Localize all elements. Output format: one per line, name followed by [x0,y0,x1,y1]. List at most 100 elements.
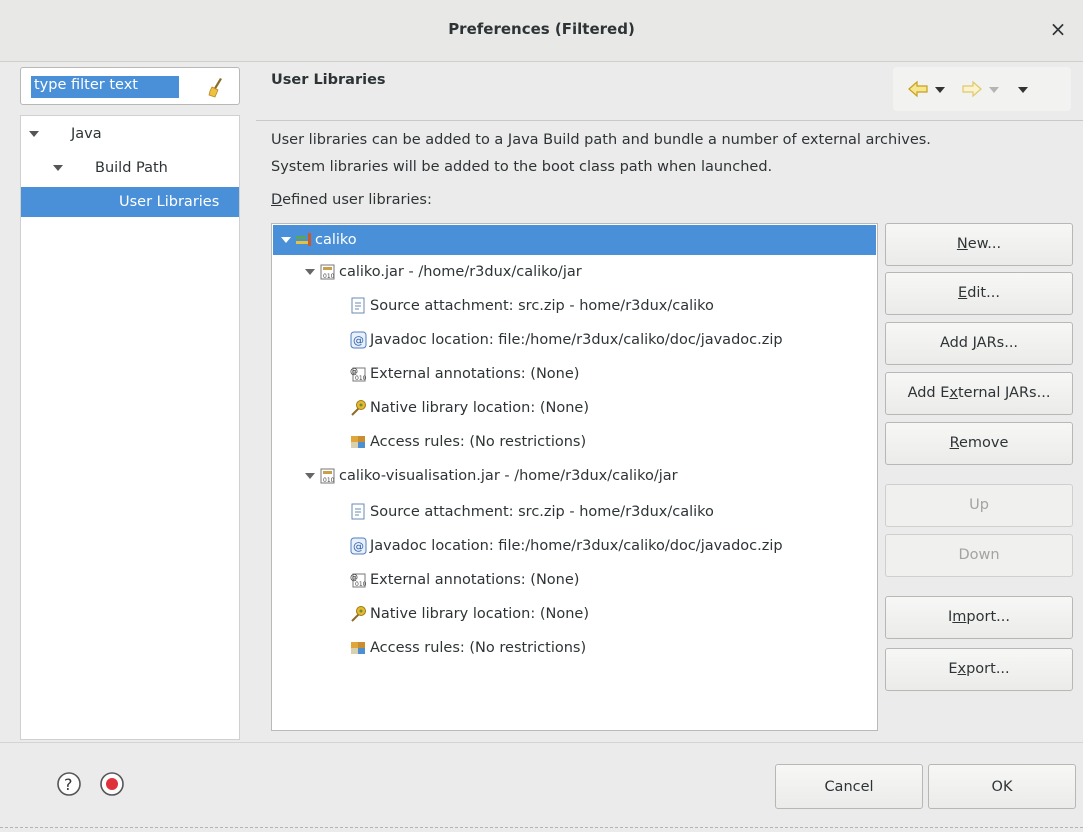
tree-row-source-attachment[interactable]: Source attachment: src.zip - home/r3dux/… [273,497,876,527]
forward-arrow-icon[interactable] [961,77,983,101]
tree-row-javadoc-location[interactable]: @ Javadoc location: file:/home/r3dux/cal… [273,531,876,561]
back-dropdown-icon[interactable] [933,77,947,101]
tree-row-source-attachment[interactable]: Source attachment: src.zip - home/r3dux/… [273,291,876,321]
tree-row-javadoc-location[interactable]: @ Javadoc location: file:/home/r3dux/cal… [273,325,876,355]
annotations-icon: @ 010 [350,573,367,588]
back-arrow-icon[interactable] [907,77,929,101]
label-rest: efined user libraries: [282,192,432,208]
import-button[interactable]: Import... [885,596,1073,639]
filter-input-selected-text[interactable]: type filter text [31,76,179,98]
native-library-icon [351,606,366,622]
remove-button[interactable]: Remove [885,422,1073,465]
tree-row-access-rules[interactable]: Access rules: (No restrictions) [273,427,876,457]
nav-item-user-libraries[interactable]: User Libraries [21,187,239,217]
view-menu-icon[interactable] [1015,77,1031,101]
tree-row-label: caliko.jar - /home/r3dux/caliko/jar [339,264,582,280]
access-rules-icon [351,436,365,448]
preferences-dialog: Preferences (Filtered) × type filter tex… [0,0,1083,832]
filter-field[interactable]: type filter text [20,67,240,105]
close-button[interactable]: × [1047,17,1069,41]
tree-row-label: Source attachment: src.zip - home/r3dux/… [370,504,714,520]
mnemonic: D [271,192,283,208]
up-button[interactable]: Up [885,484,1073,527]
btn-text: Down [958,547,1000,563]
btn-text: E [948,661,958,677]
collapse-triangle-icon[interactable] [305,269,315,275]
btn-text: ew... [967,236,1002,252]
expand-triangle-icon[interactable] [53,165,63,171]
bottom-border [0,827,1083,828]
nav-item-java[interactable]: Java [21,119,239,149]
title-bar: Preferences (Filtered) × [0,0,1083,62]
collapse-triangle-icon[interactable] [305,473,315,479]
source-attachment-icon [351,297,365,314]
jar-icon: 010 [320,468,335,484]
tree-row-native-library[interactable]: Native library location: (None) [273,393,876,423]
svg-text:010: 010 [323,273,335,280]
new-button[interactable]: New... [885,223,1073,266]
svg-text:010: 010 [355,375,367,382]
tree-row-label: Native library location: (None) [370,606,589,622]
btn-text: Add [939,335,973,351]
btn-text: Add E [907,385,950,401]
expand-triangle-icon[interactable] [29,131,39,137]
tree-row-native-library[interactable]: Native library location: (None) [273,599,876,629]
nav-item-build-path[interactable]: Build Path [21,153,239,183]
description-line-1: User libraries can be added to a Java Bu… [271,132,931,148]
tree-row-label: Javadoc location: file:/home/r3dux/calik… [370,538,783,554]
tree-row-label: Javadoc location: file:/home/r3dux/calik… [370,332,783,348]
tree-row-jar[interactable]: 010 caliko.jar - /home/r3dux/caliko/jar [273,257,876,287]
broom-icon[interactable] [207,76,227,98]
btn-mnemonic: R [949,435,959,451]
svg-text:010: 010 [355,581,367,588]
add-external-jars-button[interactable]: Add External JARs... [885,372,1073,415]
btn-mnemonic: N [956,236,968,252]
btn-text: port... [966,609,1010,625]
history-toolbar [893,67,1071,111]
edit-button[interactable]: Edit... [885,272,1073,315]
native-library-icon [351,400,366,416]
jar-icon: 010 [320,264,335,280]
nav-item-label: Java [71,126,102,142]
javadoc-icon: @ [350,331,367,349]
tree-row-external-annotations[interactable]: @ 010 External annotations: (None) [273,565,876,595]
tree-row-label: Source attachment: src.zip - home/r3dux/… [370,298,714,314]
description-line-2: System libraries will be added to the bo… [271,159,773,175]
add-jars-button[interactable]: Add JARs... [885,322,1073,365]
svg-text:?: ? [64,775,73,794]
svg-text:010: 010 [323,477,335,484]
collapse-triangle-icon[interactable] [281,237,291,243]
tree-row-label: caliko-visualisation.jar - /home/r3dux/c… [339,468,678,484]
window-title: Preferences (Filtered) [448,20,635,38]
library-icon [296,233,311,246]
tree-row-jar[interactable]: 010 caliko-visualisation.jar - /home/r3d… [273,461,876,491]
btn-text: port... [966,661,1010,677]
tree-row-access-rules[interactable]: Access rules: (No restrictions) [273,633,876,663]
tree-row-label: External annotations: (None) [370,572,580,588]
btn-mnemonic: E [958,285,968,301]
tree-row-label: Access rules: (No restrictions) [370,434,587,450]
down-button[interactable]: Down [885,534,1073,577]
header-separator [256,120,1083,121]
help-icon[interactable]: ? [56,771,82,797]
tree-row-label: Access rules: (No restrictions) [370,640,587,656]
cancel-button[interactable]: Cancel [775,764,923,809]
tree-row-label: caliko [315,232,357,248]
ok-button[interactable]: OK [928,764,1076,809]
btn-text: dit... [967,285,1000,301]
export-button[interactable]: Export... [885,648,1073,691]
nav-item-label: User Libraries [119,194,220,210]
access-rules-icon [351,642,365,654]
svg-text:@: @ [353,540,364,553]
javadoc-icon: @ [350,537,367,555]
btn-text: Up [969,497,989,513]
record-icon[interactable] [99,771,125,797]
forward-dropdown-icon[interactable] [987,77,1001,101]
page-title: User Libraries [271,72,386,88]
preference-nav-tree: Java Build Path User Libraries [20,115,240,740]
tree-row-external-annotations[interactable]: @ 010 External annotations: (None) [273,359,876,389]
user-libraries-tree[interactable]: caliko 010 caliko.jar - /home/r3dux/cali… [271,223,878,731]
tree-row-library[interactable]: caliko [273,225,876,255]
btn-text: emove [959,435,1009,451]
footer-separator [0,742,1083,743]
